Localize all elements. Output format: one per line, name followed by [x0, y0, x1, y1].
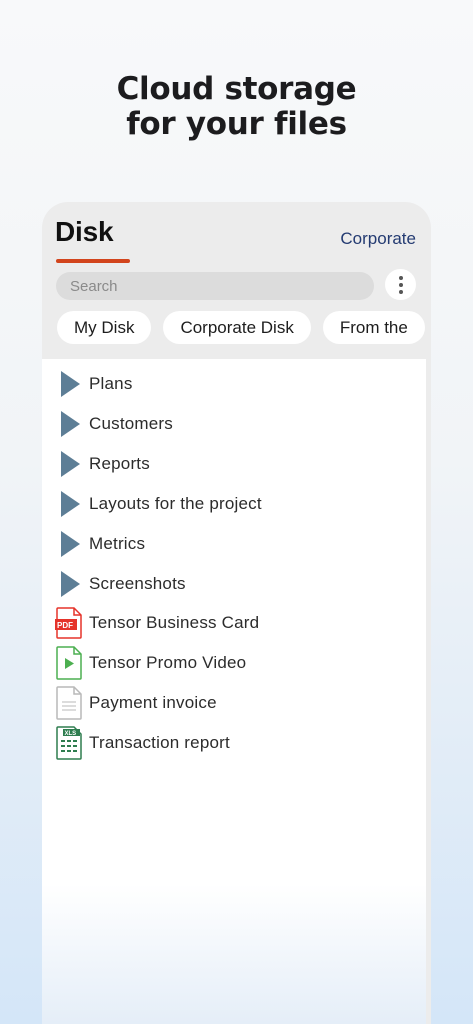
search-input[interactable]: Search: [56, 272, 374, 300]
folder-icon: [61, 411, 80, 437]
list-item[interactable]: Screenshots: [42, 564, 426, 604]
list-item[interactable]: PDF Tensor Business Card: [42, 603, 426, 643]
list-item[interactable]: Customers: [42, 404, 426, 444]
item-label: Payment invoice: [89, 693, 217, 712]
phone-screen: Disk Corporate Search My Disk Corporate …: [42, 202, 431, 1024]
item-label: Screenshots: [89, 574, 186, 593]
folder-icon: [61, 451, 80, 477]
list-item[interactable]: Metrics: [42, 524, 426, 564]
item-label: Customers: [89, 414, 173, 433]
item-label: Reports: [89, 454, 150, 473]
pdf-badge: PDF: [57, 621, 73, 630]
promo-headline: Cloud storage for your files: [0, 72, 473, 142]
tab-corporate-disk[interactable]: Corporate Disk: [163, 311, 311, 344]
page-title: Disk: [55, 216, 114, 247]
video-file-icon: [56, 646, 82, 680]
more-dot-icon: [398, 282, 403, 287]
tab-from-the[interactable]: From the: [322, 311, 425, 344]
title-underline: [56, 259, 130, 263]
corporate-link[interactable]: Corporate: [340, 229, 416, 249]
list-item[interactable]: Plans: [42, 364, 426, 404]
item-label: Plans: [89, 374, 133, 393]
item-label: Tensor Business Card: [89, 613, 260, 632]
search-placeholder: Search: [70, 277, 118, 295]
folder-icon: [61, 531, 80, 557]
item-label: Transaction report: [89, 733, 230, 752]
list-item[interactable]: Reports: [42, 444, 426, 484]
list-item[interactable]: Layouts for the project: [42, 484, 426, 524]
promo-line-1: Cloud storage: [116, 71, 357, 107]
list-item[interactable]: Payment invoice: [42, 683, 426, 723]
more-menu-button[interactable]: [385, 269, 416, 300]
item-label: Layouts for the project: [89, 494, 262, 513]
folder-icon: [61, 571, 80, 597]
document-file-icon: [56, 686, 82, 720]
item-label: Tensor Promo Video: [89, 653, 247, 672]
folder-icon: [61, 371, 80, 397]
more-dot-icon: [398, 289, 403, 294]
pdf-file-icon: PDF: [55, 607, 82, 639]
tab-bar: My Disk Corporate Disk From the: [57, 311, 431, 345]
spreadsheet-file-icon: XLS: [56, 726, 82, 760]
folder-icon: [61, 491, 80, 517]
more-dot-icon: [398, 275, 403, 280]
xls-badge: XLS: [65, 731, 77, 737]
list-item[interactable]: Tensor Promo Video: [42, 643, 426, 683]
file-list: Plans Customers Reports Layouts for the …: [42, 359, 426, 1024]
list-item[interactable]: XLS Transaction report: [42, 723, 426, 763]
promo-line-2: for your files: [126, 106, 347, 142]
tab-my-disk[interactable]: My Disk: [57, 311, 152, 344]
item-label: Metrics: [89, 534, 146, 553]
